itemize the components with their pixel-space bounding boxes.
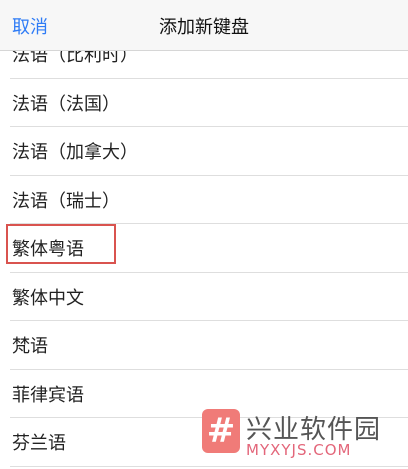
list-item-sanskrit[interactable]: 梵语 xyxy=(0,321,408,370)
navigation-bar: 取消 添加新键盘 xyxy=(0,0,408,51)
list-item-label: 繁体中文 xyxy=(12,287,84,309)
list-item-label: 梵语 xyxy=(12,336,48,358)
watermark-url: MYXYJS.COM xyxy=(246,441,352,459)
list-item-label: 芬兰语 xyxy=(12,433,66,455)
screen: 法语（比利时） 法语（法国） 法语（加拿大） 法语（瑞士） 繁体粤语 繁体中文 … xyxy=(0,0,408,469)
list-item-label: 菲律宾语 xyxy=(12,384,84,406)
list-item-traditional-chinese[interactable]: 繁体中文 xyxy=(0,273,408,322)
list-item-label: 法语（法国） xyxy=(12,93,120,115)
list-item-label: 法语（瑞士） xyxy=(12,190,120,212)
watermark-logo-icon: # xyxy=(202,409,240,453)
list-item-french-canada[interactable]: 法语（加拿大） xyxy=(0,127,408,176)
keyboard-language-list: 法语（比利时） 法语（法国） 法语（加拿大） 法语（瑞士） 繁体粤语 繁体中文 … xyxy=(0,30,408,467)
list-item-french-france[interactable]: 法语（法国） xyxy=(0,79,408,128)
list-item-label: 法语（加拿大） xyxy=(12,142,138,164)
list-item-label: 繁体粤语 xyxy=(12,239,84,261)
page-title: 添加新键盘 xyxy=(159,17,249,38)
list-item-french-switzerland[interactable]: 法语（瑞士） xyxy=(0,176,408,225)
list-item-traditional-cantonese[interactable]: 繁体粤语 xyxy=(0,224,408,273)
watermark: # 兴业软件园 MYXYJS.COM xyxy=(202,407,402,463)
